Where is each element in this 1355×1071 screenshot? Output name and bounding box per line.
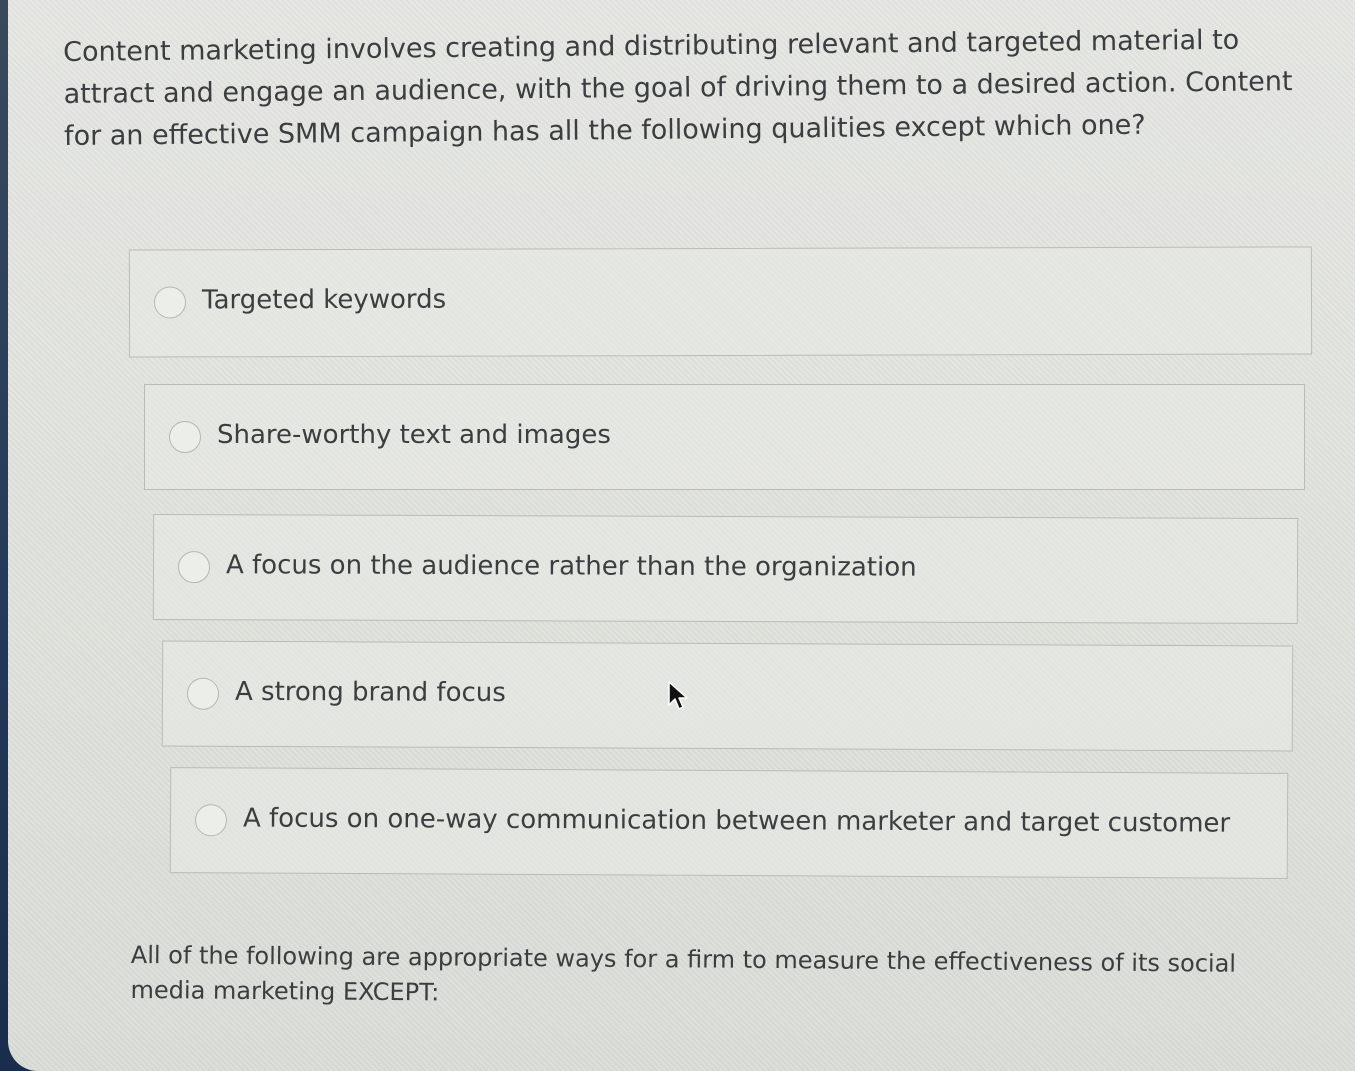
quiz-page: Content marketing involves creating and … <box>8 0 1355 1071</box>
answer-option-4[interactable]: A strong brand focus <box>161 640 1294 752</box>
radio-empty-icon[interactable] <box>169 421 201 453</box>
question-2-text: All of the following are appropriate way… <box>130 940 1237 1007</box>
mouse-pointer-icon <box>668 681 688 710</box>
radio-empty-icon[interactable] <box>186 677 220 710</box>
answer-option-5[interactable]: A focus on one-way communication between… <box>169 767 1289 879</box>
radio-empty-icon[interactable] <box>177 551 211 584</box>
question-1-text: Content marketing involves creating and … <box>63 24 1293 152</box>
answer-option-label: A focus on one-way communication between… <box>242 803 1231 839</box>
answer-option-3[interactable]: A focus on the audience rather than the … <box>152 514 1299 624</box>
radio-empty-icon[interactable] <box>194 804 228 837</box>
answer-option-label: Targeted keywords <box>201 284 447 316</box>
answer-option-label: A strong brand focus <box>234 676 506 709</box>
answer-option-2[interactable]: Share-worthy text and images <box>144 384 1305 490</box>
radio-empty-icon[interactable] <box>153 286 187 319</box>
answer-option-label: Share-worthy text and images <box>217 420 611 450</box>
answer-option-label: A focus on the audience rather than the … <box>225 550 917 583</box>
answer-option-1[interactable]: Targeted keywords <box>128 246 1313 358</box>
